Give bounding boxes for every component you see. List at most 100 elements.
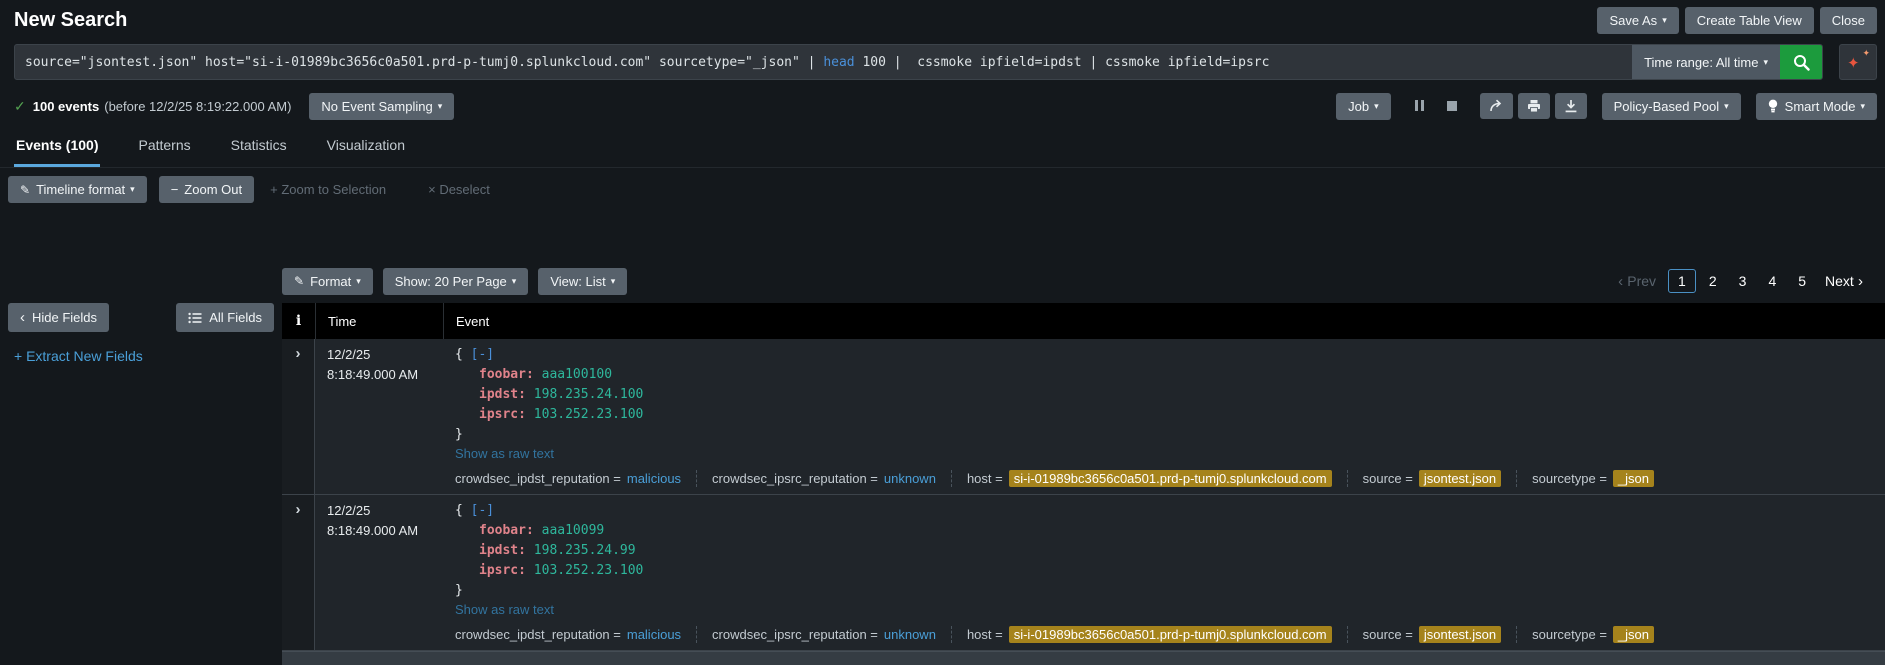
view-button[interactable]: View: List▾ — [538, 268, 627, 295]
zoom-to-selection-label: Zoom to Selection — [281, 182, 386, 197]
json-key: foobar: — [479, 367, 534, 382]
field-pair: crowdsec_ipdst_reputation =malicious — [455, 470, 697, 487]
zoom-out-button[interactable]: −Zoom Out — [159, 176, 254, 203]
job-status-row: ✓ 100 events (before 12/2/25 8:19:22.000… — [14, 92, 1877, 120]
job-label: Job — [1348, 99, 1369, 114]
page-number-3[interactable]: 3 — [1730, 270, 1756, 292]
close-label: Close — [1832, 13, 1865, 28]
field-value-highlighted[interactable]: _json — [1613, 626, 1654, 643]
field-value[interactable]: unknown — [884, 627, 936, 642]
field-value[interactable]: unknown — [884, 471, 936, 486]
field-pair: crowdsec_ipdst_reputation =malicious — [455, 626, 697, 643]
check-icon: ✓ — [14, 98, 26, 115]
field-label: source = — [1363, 627, 1413, 642]
print-job-button[interactable] — [1518, 93, 1550, 119]
all-fields-button[interactable]: All Fields — [176, 303, 274, 332]
event-row: › 12/2/25 8:18:49.000 AM { [-] foobar: a… — [282, 495, 1885, 651]
search-query-input[interactable]: source="jsontest.json" host="si-i-01989b… — [15, 45, 1632, 79]
workload-pool-button[interactable]: Policy-Based Pool▾ — [1602, 93, 1741, 120]
prev-page-label: Prev — [1627, 273, 1656, 289]
save-as-label: Save As — [1609, 13, 1657, 28]
page-number-4[interactable]: 4 — [1759, 270, 1785, 292]
json-close-brace: } — [455, 427, 463, 442]
close-button[interactable]: Close — [1820, 7, 1877, 34]
next-page-label: Next — [1825, 273, 1854, 289]
search-row: source="jsontest.json" host="si-i-01989b… — [14, 44, 1877, 80]
share-job-button[interactable] — [1480, 93, 1513, 119]
json-value[interactable]: aaa100100 — [542, 367, 612, 382]
time-range-button[interactable]: Time range: All time▾ — [1632, 45, 1780, 79]
all-fields-label: All Fields — [209, 310, 262, 325]
extract-new-fields-link[interactable]: + Extract New Fields — [14, 348, 143, 364]
prev-page-button: ‹ Prev — [1610, 269, 1664, 294]
field-value[interactable]: malicious — [627, 627, 681, 642]
column-header-time: Time — [315, 303, 443, 339]
hide-fields-button[interactable]: ‹ Hide Fields — [8, 303, 109, 332]
deselect-label: Deselect — [439, 182, 490, 197]
format-button[interactable]: ✎Format▾ — [282, 268, 373, 295]
events-count-detail: (before 12/2/25 8:19:22.000 AM) — [104, 99, 291, 114]
caret-down-icon: ▾ — [1662, 15, 1667, 26]
field-value-highlighted[interactable]: si-i-01989bc3656c0a501.prd-p-tumj0.splun… — [1009, 626, 1332, 643]
hide-fields-label: Hide Fields — [32, 310, 97, 325]
workload-pool-label: Policy-Based Pool — [1614, 99, 1720, 114]
caret-down-icon: ▾ — [1374, 101, 1379, 112]
next-row-edge[interactable] — [282, 651, 1885, 665]
tab-events[interactable]: Events (100) — [14, 128, 100, 167]
timeline-format-button[interactable]: ✎Timeline format▾ — [8, 176, 147, 203]
export-job-button[interactable] — [1555, 93, 1587, 119]
page-number-2[interactable]: 2 — [1700, 270, 1726, 292]
json-collapse-toggle[interactable]: [-] — [471, 503, 494, 518]
show-raw-text-link[interactable]: Show as raw text — [455, 445, 1885, 463]
deselect-button: × Deselect — [424, 176, 494, 203]
json-value[interactable]: 198.235.24.100 — [534, 387, 644, 402]
json-collapse-toggle[interactable]: [-] — [471, 347, 494, 362]
chevron-left-icon: ‹ — [20, 309, 25, 326]
tab-visualization[interactable]: Visualization — [325, 128, 407, 167]
next-page-button[interactable]: Next › — [1819, 269, 1869, 294]
json-value[interactable]: aaa10099 — [542, 523, 605, 538]
field-value-highlighted[interactable]: jsontest.json — [1419, 470, 1501, 487]
search-submit-button[interactable] — [1780, 45, 1822, 79]
sparkle-icon: ✦ — [1862, 48, 1870, 59]
field-value[interactable]: malicious — [627, 471, 681, 486]
event-sampling-button[interactable]: No Event Sampling▾ — [309, 93, 454, 120]
stop-job-button[interactable] — [1439, 97, 1465, 115]
events-main: ✎Format▾ Show: 20 Per Page▾ View: List▾ … — [282, 259, 1885, 665]
search-mode-label: Smart Mode — [1785, 99, 1856, 114]
ai-assistant-button[interactable]: ✦ ✦ — [1839, 44, 1877, 80]
create-table-view-button[interactable]: Create Table View — [1685, 7, 1814, 34]
json-key: foobar: — [479, 523, 534, 538]
chevron-left-icon: ‹ — [1618, 273, 1627, 290]
field-label: host = — [967, 627, 1003, 642]
caret-down-icon: ▾ — [611, 276, 616, 287]
expand-event-button[interactable]: › — [296, 345, 301, 362]
event-expand-cell: › — [282, 339, 315, 494]
minus-icon: − — [171, 182, 179, 197]
job-menu-button[interactable]: Job ▾ — [1336, 93, 1391, 120]
json-value[interactable]: 103.252.23.100 — [534, 563, 644, 578]
show-raw-text-link[interactable]: Show as raw text — [455, 601, 1885, 619]
page-number-5[interactable]: 5 — [1789, 270, 1815, 292]
pause-job-button[interactable] — [1406, 95, 1434, 118]
json-key: ipsrc: — [479, 563, 526, 578]
json-close-brace: } — [455, 583, 463, 598]
field-value-highlighted[interactable]: jsontest.json — [1419, 626, 1501, 643]
per-page-button[interactable]: Show: 20 Per Page▾ — [383, 268, 529, 295]
json-value[interactable]: 198.235.24.99 — [534, 543, 636, 558]
tab-patterns[interactable]: Patterns — [136, 128, 192, 167]
bulb-icon — [1768, 99, 1778, 113]
tab-statistics[interactable]: Statistics — [229, 128, 289, 167]
field-value-highlighted[interactable]: si-i-01989bc3656c0a501.prd-p-tumj0.splun… — [1009, 470, 1332, 487]
json-key: ipsrc: — [479, 407, 526, 422]
page-number-1[interactable]: 1 — [1668, 269, 1696, 293]
json-value[interactable]: 103.252.23.100 — [534, 407, 644, 422]
save-as-button[interactable]: Save As ▾ — [1597, 7, 1678, 34]
event-time-cell: 12/2/25 8:18:49.000 AM — [315, 501, 443, 644]
field-pair: sourcetype =_json — [1517, 470, 1669, 487]
field-value-highlighted[interactable]: _json — [1613, 470, 1654, 487]
event-time-cell: 12/2/25 8:18:49.000 AM — [315, 345, 443, 488]
per-page-label: Show: 20 Per Page — [395, 274, 507, 289]
expand-event-button[interactable]: › — [296, 501, 301, 518]
search-mode-button[interactable]: Smart Mode▾ — [1756, 93, 1877, 120]
